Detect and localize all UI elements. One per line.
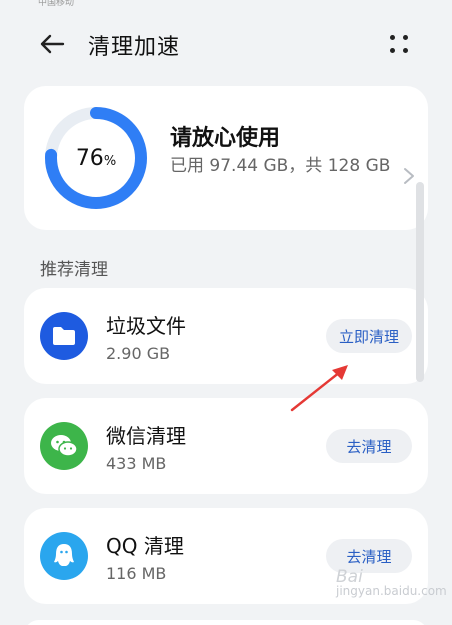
go-clean-button[interactable]: 去清理 <box>326 429 412 463</box>
storage-percent-sign: % <box>103 153 117 169</box>
scrollbar[interactable] <box>416 182 424 382</box>
storage-percent-value: 76 <box>75 145 104 171</box>
item-size: 116 MB <box>106 564 167 583</box>
qq-icon <box>40 532 88 580</box>
storage-card[interactable]: 76% 请放心使用 已用 97.44 GB，共 128 GB <box>24 86 428 230</box>
item-size: 2.90 GB <box>106 344 171 363</box>
header: 清理加速 <box>0 20 452 68</box>
red-arrow-annotation <box>290 365 348 412</box>
storage-percent: 76% <box>44 106 148 210</box>
watermark-sub: jingyan.baidu.com <box>336 584 447 598</box>
clean-item-junk-files[interactable]: 垃圾文件 2.90 GB 立即清理 <box>24 288 428 384</box>
clean-now-button[interactable]: 立即清理 <box>326 319 412 353</box>
chevron-right-icon <box>404 168 414 184</box>
watermark-brand: Bai <box>336 567 363 587</box>
wechat-icon <box>40 422 88 470</box>
more-dots-icon <box>390 35 408 53</box>
item-name: QQ 清理 <box>106 534 184 558</box>
storage-title: 请放心使用 <box>170 126 281 151</box>
status-bar: 中国移动 <box>0 0 452 10</box>
carrier-label: 中国移动 <box>38 0 75 8</box>
page-title: 清理加速 <box>88 35 181 60</box>
storage-ring: 76% <box>44 106 148 210</box>
watermark: Bai jingyan.baidu.com <box>336 567 447 610</box>
more-options-button[interactable] <box>384 30 414 58</box>
folder-icon <box>40 312 88 360</box>
section-label-recommended: 推荐清理 <box>40 260 108 280</box>
item-name: 微信清理 <box>106 424 186 448</box>
item-name: 垃圾文件 <box>106 314 186 338</box>
arrow-left-icon <box>40 34 65 54</box>
clean-item-wechat[interactable]: 微信清理 433 MB 去清理 <box>24 398 428 494</box>
back-button[interactable] <box>34 30 70 58</box>
storage-detail: 已用 97.44 GB，共 128 GB <box>170 156 391 176</box>
next-item-card[interactable] <box>24 620 428 625</box>
item-size: 433 MB <box>106 454 167 473</box>
